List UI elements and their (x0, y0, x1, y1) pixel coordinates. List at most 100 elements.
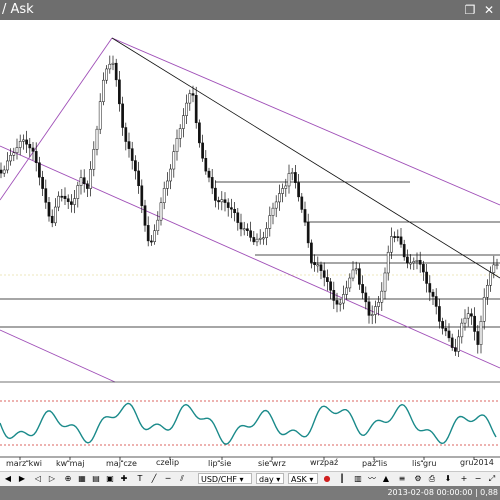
candle-body (105, 68, 108, 81)
candle-body (454, 347, 457, 352)
restore-icon[interactable]: ❐ (462, 2, 478, 18)
channel-line (0, 145, 500, 369)
candle-body (265, 228, 268, 238)
candle-body (332, 290, 336, 301)
candle-body (409, 262, 412, 265)
candle-body (114, 62, 118, 81)
candle-body (415, 260, 419, 262)
candle-body (300, 196, 304, 210)
grid-icon[interactable]: ▦ (76, 473, 88, 484)
candle-body (418, 260, 422, 265)
candle-body (316, 264, 320, 267)
candles (0, 55, 499, 358)
candle-body (175, 138, 179, 152)
candle-body (172, 151, 176, 170)
candle-body (457, 336, 460, 352)
fit-icon[interactable]: ⤢ (486, 473, 498, 484)
candle-body (313, 262, 316, 265)
candle-body (162, 188, 166, 203)
candle-body (226, 202, 230, 208)
candle-body (255, 238, 259, 243)
candle-body (182, 115, 185, 129)
candle-body (63, 195, 67, 199)
candle-body (492, 264, 496, 273)
candle-body (50, 215, 54, 224)
arrow-right-icon[interactable]: ▶ (16, 473, 28, 484)
candle-body (476, 331, 480, 345)
candle-body (425, 271, 428, 284)
line-chart-icon[interactable]: 〰 (366, 473, 378, 484)
symbol-select[interactable]: USD/CHF ▾ (198, 473, 252, 484)
candle-body (399, 236, 403, 245)
candle-body (76, 185, 80, 199)
period-select-label: day (259, 475, 274, 484)
period-select[interactable]: day ▾ (256, 473, 284, 484)
candle-body (159, 202, 163, 221)
fibonacci-icon[interactable]: ≡ (396, 473, 408, 484)
area-chart-icon[interactable]: ▲ (380, 473, 392, 484)
candle-body (495, 264, 499, 266)
x-tick-label: gru2014 (460, 458, 494, 467)
close-icon[interactable]: ✕ (481, 2, 497, 18)
candle-body (236, 212, 240, 223)
pan-right-icon[interactable]: ▷ (46, 473, 58, 484)
x-tick-label: czelip (156, 458, 180, 467)
x-tick-label: siewrz (258, 459, 286, 468)
arrow-left-icon[interactable]: ◀ (2, 473, 14, 484)
candle-body (223, 199, 227, 203)
candle-body (319, 264, 323, 271)
candle-body (268, 215, 272, 229)
channel-icon[interactable]: ⫽ (176, 473, 188, 484)
indicator-icon[interactable]: ● (322, 473, 332, 484)
candle-body (102, 79, 105, 102)
candle-body (2, 169, 6, 174)
zoom-in-icon[interactable]: + (458, 473, 470, 484)
window-title-bar: / Ask (0, 0, 500, 20)
candle-body (217, 200, 220, 203)
candle-body (207, 170, 211, 178)
candle-body (0, 169, 3, 174)
candle-body (188, 93, 192, 104)
bar-chart-icon[interactable]: ▥ (352, 473, 364, 484)
candle-body (60, 195, 64, 198)
pan-left-icon[interactable]: ◁ (32, 473, 44, 484)
template-icon[interactable]: ▤ (90, 473, 102, 484)
candle-body (281, 188, 284, 194)
text-icon[interactable]: T (134, 473, 146, 484)
print-icon[interactable]: ⎙ (426, 473, 438, 484)
save-icon[interactable]: ⬇ (442, 473, 454, 484)
zoom-icon[interactable]: ⊕ (62, 473, 74, 484)
candle-body (306, 221, 310, 244)
trend-line (111, 37, 500, 279)
image-icon[interactable]: ▣ (104, 473, 116, 484)
candle-body (92, 149, 96, 170)
candle-body (25, 139, 28, 145)
status-text: 2013-02-08 00:00:00 | 0,88 (387, 488, 498, 497)
zoom-out-icon[interactable]: − (472, 473, 484, 484)
hline-icon[interactable]: ─ (162, 473, 174, 484)
candle-body (383, 272, 387, 292)
candle-body (214, 187, 217, 201)
candle-icon[interactable]: ┃ (336, 473, 348, 484)
candle-body (201, 142, 204, 159)
candle-body (166, 180, 169, 189)
candle-body (66, 198, 70, 202)
candle-body (374, 306, 377, 315)
candle-body (242, 228, 246, 231)
chart-area[interactable] (0, 20, 500, 460)
candle-body (486, 284, 489, 298)
candle-body (137, 170, 140, 187)
candle-body (470, 313, 473, 317)
candle-body (54, 206, 57, 224)
candle-body (434, 296, 438, 307)
candle-body (34, 151, 38, 163)
channel-line (0, 37, 113, 201)
candle-body (450, 337, 454, 348)
side-select[interactable]: ASK ▾ (288, 473, 318, 484)
candle-body (287, 173, 291, 187)
line-icon[interactable]: ╱ (148, 473, 160, 484)
settings-icon[interactable]: ⚙ (412, 473, 424, 484)
crosshair-icon[interactable]: ✚ (118, 473, 130, 484)
candle-body (89, 169, 92, 189)
candle-body (361, 284, 364, 294)
